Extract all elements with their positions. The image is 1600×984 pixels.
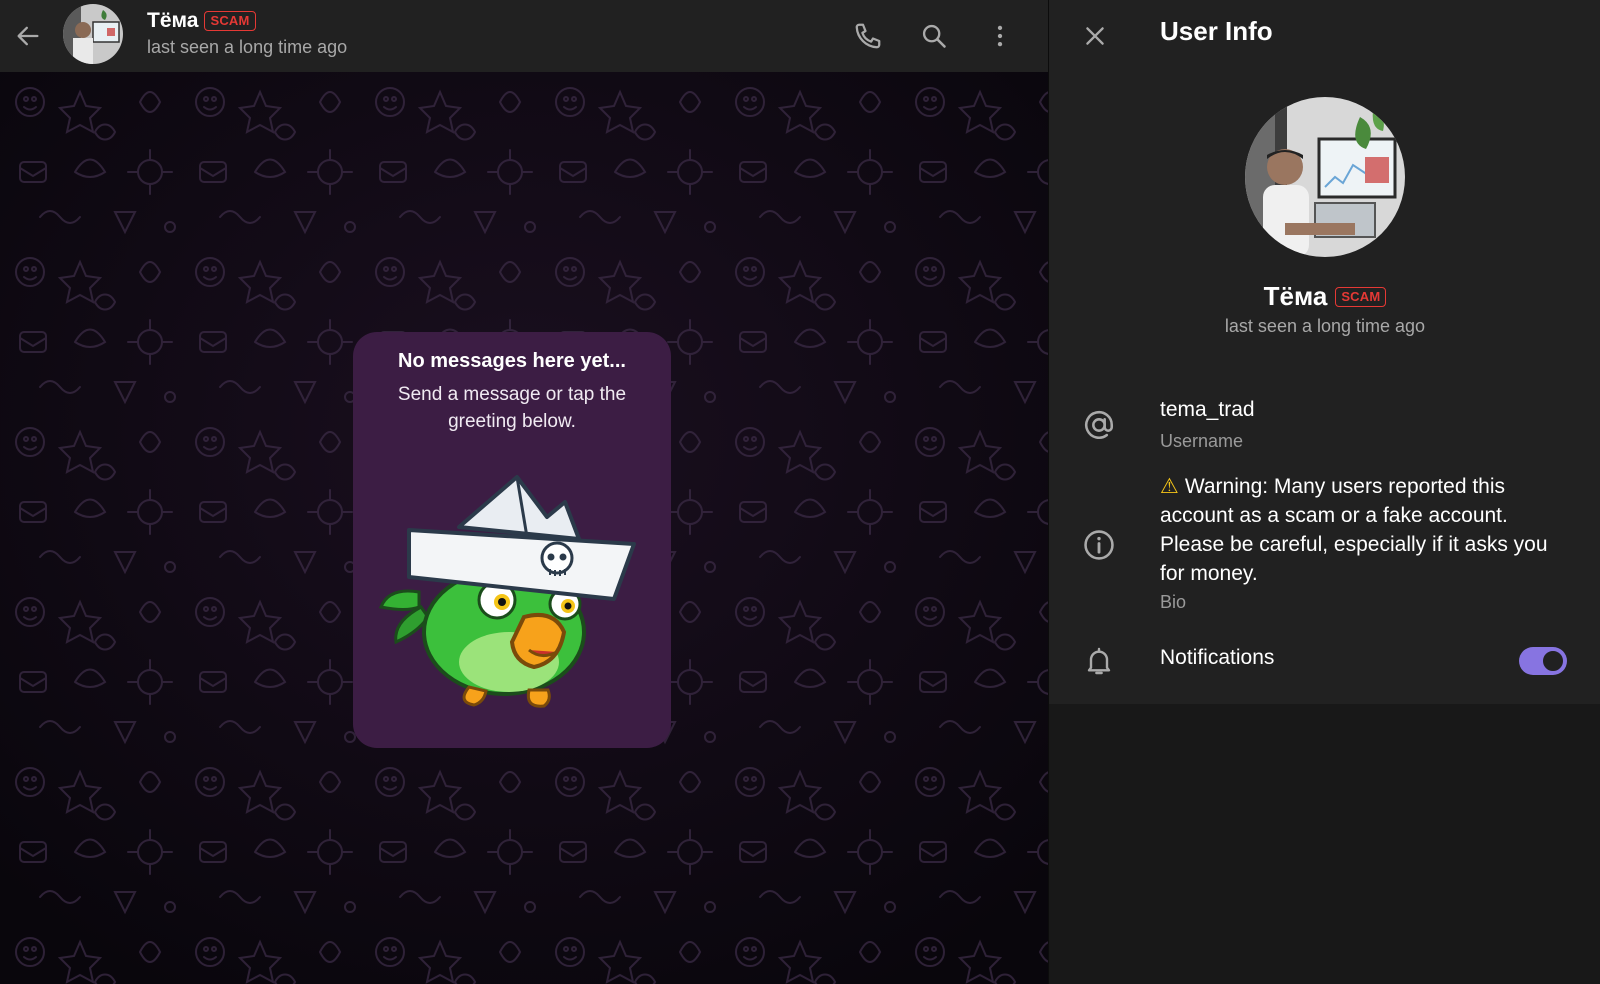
notifications-row[interactable]: Notifications	[1049, 640, 1600, 682]
chat-avatar[interactable]	[63, 4, 123, 64]
toggle-knob	[1541, 649, 1565, 673]
close-icon	[1086, 27, 1104, 45]
chat-name: Тёма	[147, 9, 199, 32]
profile-name: Тёма	[1263, 281, 1328, 311]
profile-name-row: Тёма SCAM	[1049, 281, 1600, 312]
search-button[interactable]	[912, 14, 956, 58]
back-arrow-icon	[17, 26, 39, 46]
call-button[interactable]	[846, 14, 890, 58]
chat-status: last seen a long time ago	[147, 37, 348, 57]
profile-status: last seen a long time ago	[1224, 316, 1426, 336]
info-icon	[1084, 530, 1114, 560]
avatar-photo	[63, 4, 123, 64]
at-sign-icon	[1084, 410, 1114, 439]
username-row-icon	[1079, 405, 1119, 445]
username-label: Username	[1160, 431, 1244, 451]
notifications-label: Notifications	[1160, 646, 1275, 669]
notifications-row-icon	[1079, 641, 1119, 681]
chat-area: Тёма SCAM last seen a long time ago No m…	[0, 0, 1048, 984]
empty-subtitle: Send a message or tap the greeting below…	[397, 384, 627, 432]
bio-text: Warning: Many users reported this accoun…	[1160, 475, 1548, 585]
bio-label: Bio	[1160, 592, 1187, 612]
empty-chat-card: No messages here yet... Send a message o…	[353, 332, 671, 748]
chat-header: Тёма SCAM last seen a long time ago	[0, 0, 1048, 72]
chat-title: Тёма SCAM	[147, 9, 256, 33]
more-vertical-icon	[997, 25, 1003, 47]
back-button[interactable]	[8, 16, 48, 56]
more-button[interactable]	[978, 14, 1022, 58]
scam-badge: SCAM	[204, 11, 256, 31]
bio-value[interactable]: ⚠ Warning: Many users reported this accou…	[1160, 472, 1570, 588]
profile-avatar[interactable]	[1245, 97, 1405, 257]
close-panel-button[interactable]	[1073, 14, 1117, 58]
notifications-toggle[interactable]	[1519, 647, 1567, 675]
user-info-content: User Info Тёма SCAM last seen a long tim…	[1049, 0, 1600, 704]
bell-icon	[1087, 647, 1111, 675]
search-icon	[922, 24, 946, 48]
empty-title: No messages here yet...	[398, 350, 626, 372]
warning-icon: ⚠	[1160, 475, 1179, 498]
panel-title: User Info	[1160, 16, 1273, 46]
bio-row-icon	[1079, 525, 1119, 565]
username-value[interactable]: tema_trad	[1160, 398, 1255, 422]
avatar-photo	[1245, 97, 1405, 257]
scam-badge: SCAM	[1335, 286, 1387, 307]
phone-icon	[855, 23, 881, 49]
user-info-panel: User Info Тёма SCAM last seen a long tim…	[1048, 0, 1600, 984]
greeting-sticker[interactable]	[379, 472, 645, 722]
